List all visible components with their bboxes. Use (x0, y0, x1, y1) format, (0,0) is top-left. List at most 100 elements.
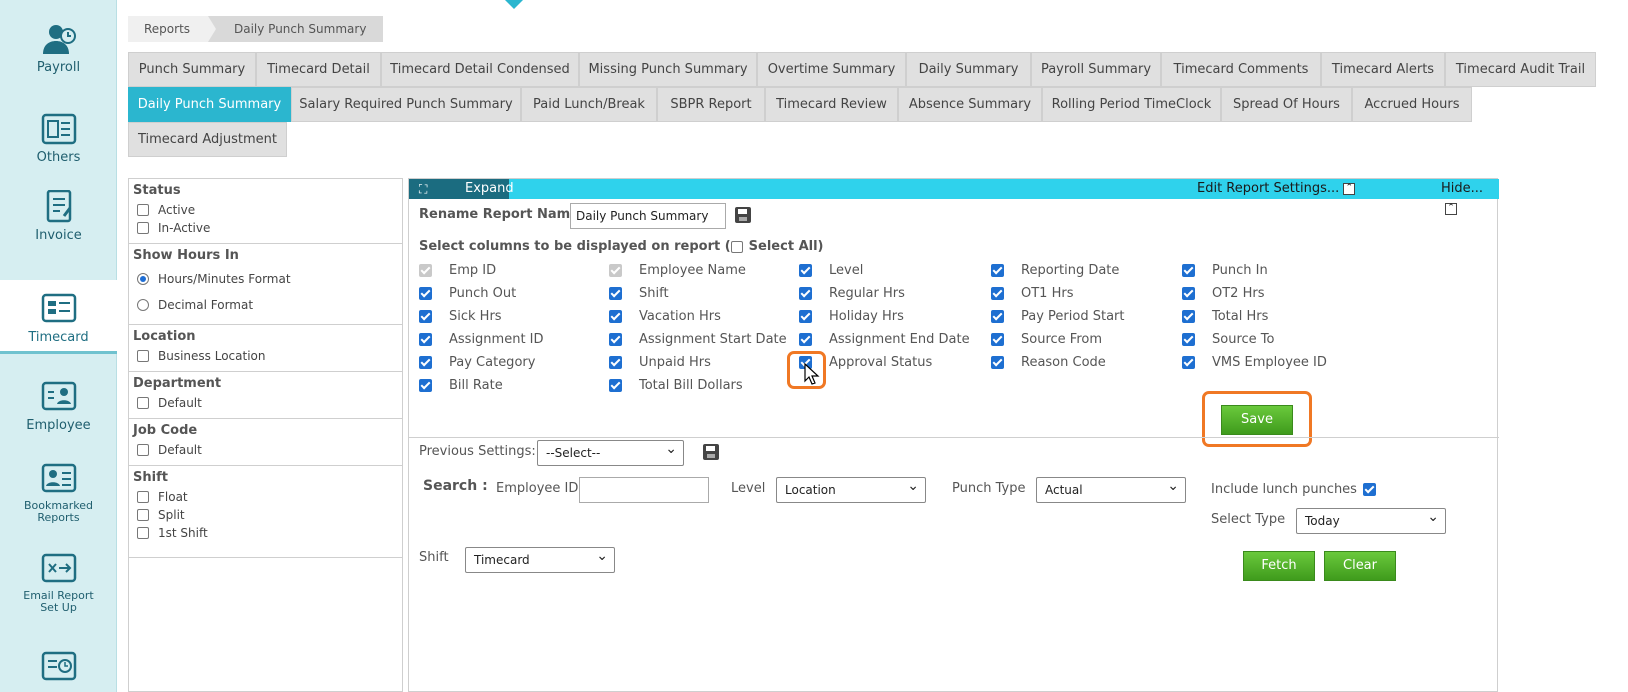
column-pay-period-start[interactable]: Pay Period Start (991, 307, 1124, 325)
checkbox[interactable] (137, 222, 149, 234)
column-holiday-hrs[interactable]: Holiday Hrs (799, 307, 904, 325)
checkbox[interactable] (137, 444, 149, 456)
checkbox-checked[interactable] (419, 332, 432, 346)
tab-payroll-summary[interactable]: Payroll Summary (1031, 52, 1161, 87)
column-emp-id[interactable]: Emp ID (419, 261, 496, 279)
checkbox-checked[interactable] (419, 378, 432, 392)
checkbox[interactable] (137, 204, 149, 216)
tab-timecard-alerts[interactable]: Timecard Alerts (1321, 52, 1445, 87)
column-shift[interactable]: Shift (609, 284, 669, 302)
column-ot2-hrs[interactable]: OT2 Hrs (1182, 284, 1264, 302)
checkbox[interactable] (137, 509, 149, 521)
select-all-checkbox[interactable] (730, 240, 743, 253)
column-vacation-hrs[interactable]: Vacation Hrs (609, 307, 721, 325)
previous-settings-select[interactable]: --Select-- (537, 437, 684, 466)
checkbox-checked[interactable] (991, 309, 1004, 323)
checkbox-checked[interactable] (1182, 309, 1195, 323)
checkbox-checked[interactable] (1182, 355, 1195, 369)
tab-timecard-comments[interactable]: Timecard Comments (1161, 52, 1321, 87)
checkbox-checked[interactable] (419, 355, 432, 369)
checkbox-checked[interactable] (419, 309, 432, 323)
column-punch-out[interactable]: Punch Out (419, 284, 516, 302)
filter-status-inactive[interactable]: In-Active (137, 219, 398, 237)
checkbox-checked[interactable] (1182, 332, 1195, 346)
sidebar-item-email-report[interactable]: Email Report Set Up (0, 552, 117, 614)
tab-timecard-detail-condensed[interactable]: Timecard Detail Condensed (381, 52, 579, 87)
checkbox-checked[interactable] (799, 309, 812, 323)
column-punch-in[interactable]: Punch In (1182, 261, 1268, 279)
checkbox-checked[interactable] (991, 286, 1004, 300)
checkbox[interactable] (137, 350, 149, 362)
column-total-hrs[interactable]: Total Hrs (1182, 307, 1268, 325)
collapse-up-icon[interactable]: ⌃ (1445, 202, 1457, 215)
include-lunch-punches[interactable]: Include lunch punches (1211, 482, 1376, 497)
checkbox[interactable] (137, 491, 149, 503)
column-source-to[interactable]: Source To (1182, 330, 1274, 348)
sidebar-item-invoice[interactable]: Invoice (0, 190, 117, 243)
tab-accrued-hours[interactable]: Accrued Hours (1352, 87, 1472, 122)
sidebar-item-bookmarked-reports[interactable]: Bookmarked Reports (0, 462, 117, 524)
column-bill-rate[interactable]: Bill Rate (419, 376, 503, 394)
sidebar-item-payroll[interactable]: Payroll (0, 22, 117, 75)
tab-punch-summary[interactable]: Punch Summary (128, 52, 256, 87)
checkbox-checked[interactable] (609, 378, 622, 392)
filter-shift-split[interactable]: Split (137, 506, 398, 524)
checkbox-checked[interactable] (609, 355, 622, 369)
sidebar-item-employee[interactable]: Employee (0, 380, 117, 433)
checkbox-checked[interactable] (609, 309, 622, 323)
select-type-select[interactable]: Today (1296, 505, 1446, 534)
column-sick-hrs[interactable]: Sick Hrs (419, 307, 502, 325)
tab-paid-lunch-break[interactable]: Paid Lunch/Break (521, 87, 657, 122)
checkbox-checked[interactable] (609, 286, 622, 300)
column-reason-code[interactable]: Reason Code (991, 353, 1106, 371)
checkbox-checked[interactable] (799, 286, 812, 300)
tab-spread-of-hours[interactable]: Spread Of Hours (1221, 87, 1352, 122)
checkbox[interactable] (137, 397, 149, 409)
punch-type-select[interactable]: Actual (1036, 474, 1186, 503)
column-unpaid-hrs[interactable]: Unpaid Hrs (609, 353, 711, 371)
filter-decimal[interactable]: Decimal Format (137, 292, 398, 318)
column-assignment-id[interactable]: Assignment ID (419, 330, 544, 348)
checkbox-checked[interactable] (1182, 286, 1195, 300)
tab-salary-required-punch-summary[interactable]: Salary Required Punch Summary (291, 87, 521, 122)
filter-shift-1st[interactable]: 1st Shift (137, 524, 398, 542)
column-reporting-date[interactable]: Reporting Date (991, 261, 1119, 279)
tab-rolling-period-timeclock[interactable]: Rolling Period TimeClock (1042, 87, 1221, 122)
collapse-up-icon[interactable]: ⌃ (1343, 182, 1356, 195)
checkbox[interactable] (137, 527, 149, 539)
tab-sbpr-report[interactable]: SBPR Report (657, 87, 765, 122)
expand-button[interactable]: ⛶ Expand (409, 179, 514, 199)
column-level[interactable]: Level (799, 261, 863, 279)
checkbox-checked[interactable] (991, 263, 1004, 277)
checkbox-checked[interactable] (1182, 263, 1195, 277)
tab-missing-punch-summary[interactable]: Missing Punch Summary (579, 52, 757, 87)
fetch-button[interactable]: Fetch (1243, 551, 1315, 581)
hide-link[interactable]: Hide... ⌃ (1441, 179, 1499, 219)
tab-daily-punch-summary[interactable]: Daily Punch Summary (128, 87, 291, 122)
checkbox-checked[interactable] (799, 263, 812, 277)
shift-select[interactable]: Timecard (465, 544, 615, 573)
tab-daily-summary[interactable]: Daily Summary (906, 52, 1031, 87)
checkbox-checked[interactable] (991, 332, 1004, 346)
tab-timecard-audit-trail[interactable]: Timecard Audit Trail (1445, 52, 1596, 87)
tab-timecard-adjustment[interactable]: Timecard Adjustment (128, 122, 287, 157)
include-lunch-checkbox[interactable] (1362, 483, 1376, 496)
save-name-disk-icon[interactable] (735, 207, 751, 223)
level-select[interactable]: Location (776, 474, 926, 503)
column-total-bill-dollars[interactable]: Total Bill Dollars (609, 376, 743, 394)
radio[interactable] (137, 273, 149, 285)
sidebar-item-schedule[interactable] (0, 650, 117, 688)
filter-job-code-default[interactable]: Default (137, 441, 398, 459)
clear-button[interactable]: Clear (1324, 551, 1396, 581)
edit-report-settings-link[interactable]: Edit Report Settings... ⌃ (1197, 179, 1356, 199)
filter-shift-float[interactable]: Float (137, 488, 398, 506)
column-assignment-start-date[interactable]: Assignment Start Date (609, 330, 787, 348)
filter-department-default[interactable]: Default (137, 394, 398, 412)
column-pay-category[interactable]: Pay Category (419, 353, 535, 371)
rename-report-input[interactable]: Daily Punch Summary (570, 203, 726, 229)
save-settings-disk-icon[interactable] (703, 444, 719, 460)
tab-timecard-detail[interactable]: Timecard Detail (256, 52, 381, 87)
radio[interactable] (137, 299, 149, 311)
filter-status-active[interactable]: Active (137, 201, 398, 219)
column-source-from[interactable]: Source From (991, 330, 1102, 348)
